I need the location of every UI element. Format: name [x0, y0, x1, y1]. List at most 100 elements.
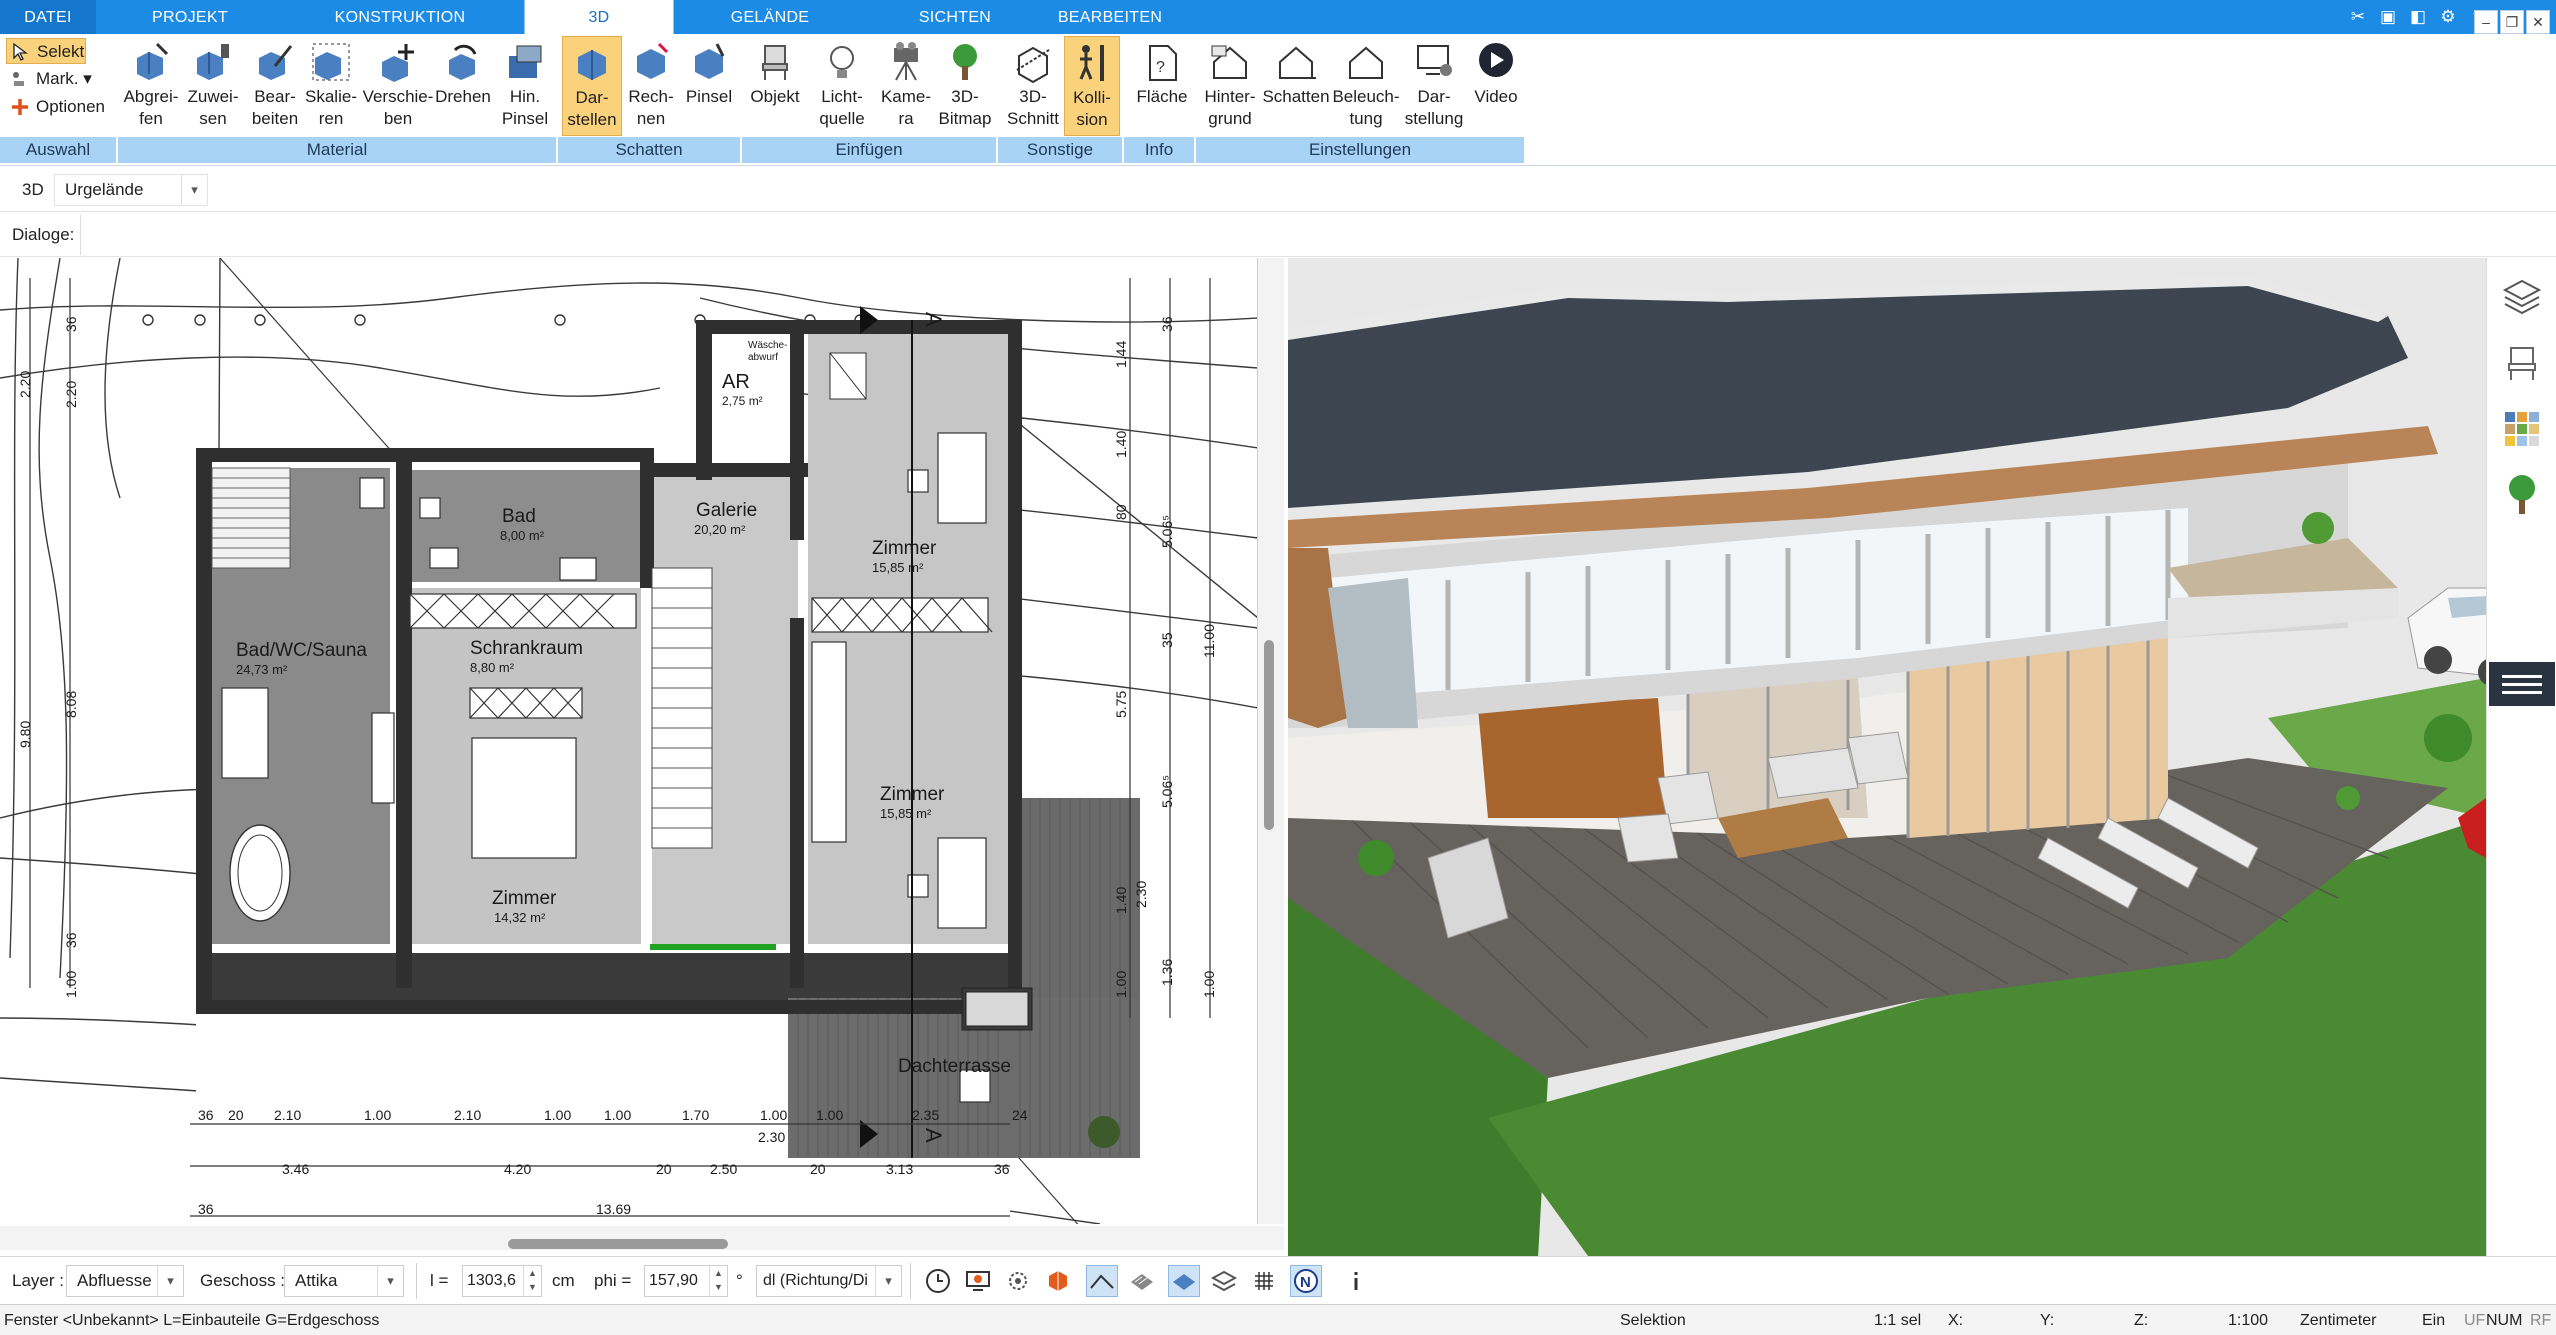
materials-icon[interactable]	[2501, 408, 2543, 450]
hatch-tool[interactable]	[1126, 1265, 1158, 1297]
spinner-icon[interactable]: ▲ ▼	[523, 1266, 541, 1296]
window-icon[interactable]: ◧	[2406, 5, 2430, 29]
dim-b1-11: 24	[1012, 1107, 1028, 1123]
dim-b2-1: 4.20	[504, 1161, 531, 1177]
layers-tool[interactable]	[1208, 1265, 1240, 1297]
dim-b1-3: 1.00	[364, 1107, 391, 1123]
plane-tool[interactable]	[1168, 1265, 1200, 1297]
rechnen-button[interactable]: Rech- nen	[622, 36, 680, 136]
tab-bearbeiten[interactable]: BEARBEITEN	[1040, 0, 1180, 34]
settings-icon[interactable]: ⚙	[2436, 5, 2460, 29]
hintergrund-button[interactable]: Hinter- grund	[1198, 36, 1262, 136]
kamera-button[interactable]: Kame- ra	[876, 36, 936, 136]
length-input[interactable]: 1303,6 ▲ ▼	[462, 1265, 542, 1297]
room-area-galerie: 20,20 m²	[694, 522, 746, 537]
hamburger-icon	[2502, 675, 2542, 678]
flaeche-button[interactable]: ? Fläche	[1130, 36, 1194, 136]
close-button[interactable]: ✕	[2526, 10, 2550, 34]
3d-view[interactable]	[1288, 258, 2486, 1256]
group-sonstige: Sonstige	[998, 137, 1124, 163]
drehen-button[interactable]: Drehen	[432, 36, 494, 136]
schatten-pinsel-button[interactable]: Pinsel	[680, 36, 738, 136]
phi-label: phi =	[594, 1271, 632, 1290]
3d-schnitt-label: 3D- Schnitt	[1007, 87, 1059, 128]
optionen-button[interactable]: Optionen	[6, 94, 116, 120]
minimize-button[interactable]: –	[2474, 10, 2498, 34]
dim-l-3: 9.80	[17, 721, 33, 748]
terrain-select[interactable]: Urgelände ▾	[54, 174, 208, 206]
monitor-tool[interactable]	[962, 1265, 994, 1297]
object-tool[interactable]	[1042, 1265, 1074, 1297]
bulb-icon	[830, 46, 854, 78]
geschoss-select[interactable]: Attika ▾	[284, 1265, 404, 1297]
phi-input[interactable]: 157,90 ▲ ▼	[644, 1265, 728, 1297]
lichtquelle-button[interactable]: Licht- quelle	[808, 36, 876, 136]
dim-r-1: 36	[1159, 316, 1175, 332]
bearbeiten-button[interactable]: Bear- beiten	[244, 36, 306, 136]
tab-projekt[interactable]: PROJEKT	[110, 0, 270, 34]
furniture-icon[interactable]	[2501, 342, 2543, 384]
plants-icon[interactable]	[2501, 472, 2543, 518]
layer-select[interactable]: Abfluesse ▾	[66, 1265, 184, 1297]
selekt-button[interactable]: Selekt	[6, 38, 86, 64]
panel-toggle-button[interactable]	[2489, 662, 2555, 706]
spinner-icon[interactable]: ▲ ▼	[709, 1266, 727, 1296]
camera-icon	[894, 42, 918, 81]
north-tool[interactable]: N	[1290, 1265, 1322, 1297]
wooden-wall	[1478, 698, 1668, 818]
darstellen-label: Dar- stellen	[567, 88, 617, 129]
hin-pinsel-label: Hin. Pinsel	[501, 87, 549, 128]
hin-pinsel-button[interactable]: Hin. Pinsel	[494, 36, 556, 136]
kollision-button[interactable]: Kolli- sion	[1064, 36, 1120, 136]
cursor-icon	[13, 42, 28, 61]
section-cut-icon	[1016, 46, 1050, 84]
info-tool[interactable]	[1340, 1265, 1372, 1297]
zuweisen-button[interactable]: Zuwei- sen	[182, 36, 244, 136]
tree-icon	[953, 44, 977, 80]
layers-icon[interactable]	[2501, 276, 2543, 318]
skalieren-button[interactable]: Skalie- ren	[300, 36, 362, 136]
clock-tool[interactable]	[922, 1265, 954, 1297]
einst-schatten-button[interactable]: Schatten	[1262, 36, 1330, 136]
abgreifen-button[interactable]: Abgrei- fen	[120, 36, 182, 136]
tools-icon[interactable]: ✂	[2346, 5, 2370, 29]
dim-b2-2: 20	[656, 1161, 672, 1177]
plan-horizontal-scroll-thumb[interactable]	[508, 1239, 728, 1249]
dim-b-extra: 2.30	[758, 1129, 785, 1145]
tab-gelaende[interactable]: GELÄNDE	[690, 0, 850, 34]
3d-scene[interactable]	[1288, 258, 2486, 1256]
layout-icon[interactable]: ▣	[2376, 5, 2400, 29]
tab-datei[interactable]: DATEI	[0, 0, 96, 34]
svg-text:N: N	[1300, 1274, 1311, 1291]
beleuchtung-button[interactable]: Beleuch- tung	[1332, 36, 1400, 136]
darstellung-button[interactable]: Dar- stellung	[1402, 36, 1466, 136]
line-tool[interactable]	[1086, 1265, 1118, 1297]
chevron-down-icon: ▾	[157, 1266, 183, 1296]
verschieben-button[interactable]: Verschie- ben	[362, 36, 434, 136]
direction-select[interactable]: dl (Richtung/Di ▾	[756, 1265, 902, 1297]
plus-icon	[12, 99, 28, 115]
room-name-zimmer-3: Zimmer	[492, 888, 557, 909]
dim-r-7: 5.75	[1113, 691, 1129, 718]
plan-vertical-scroll-thumb[interactable]	[1264, 640, 1274, 830]
3d-bitmap-button[interactable]: 3D- Bitmap	[934, 36, 996, 136]
grid-tool[interactable]	[1248, 1265, 1280, 1297]
tab-sichten[interactable]: SICHTEN	[880, 0, 1030, 34]
floor-plan-canvas[interactable]: AR 2,75 m² Wäsche- abwurf Bad 8,00 m² Ga…	[0, 258, 1258, 1224]
objekt-button[interactable]: Objekt	[744, 36, 806, 136]
restore-button[interactable]: ❐	[2500, 10, 2524, 34]
video-button[interactable]: Video	[1466, 36, 1526, 136]
3d-schnitt-button[interactable]: 3D- Schnitt	[1002, 36, 1064, 136]
dim-l-1: 36	[63, 316, 79, 332]
tab-3d[interactable]: 3D	[524, 0, 674, 36]
dim-b1-4: 2.10	[454, 1107, 481, 1123]
chevron-down-icon: ▾	[377, 1266, 403, 1296]
tab-konstruktion[interactable]: KONSTRUKTION	[300, 0, 500, 34]
room-name-zimmer-2: Zimmer	[880, 784, 945, 805]
darstellen-button[interactable]: Dar- stellen	[562, 36, 622, 136]
abgreifen-label: Abgrei- fen	[123, 87, 179, 128]
floor-plan-view[interactable]: AR 2,75 m² Wäsche- abwurf Bad 8,00 m² Ga…	[0, 258, 1258, 1224]
mark-button[interactable]: Mark. ▾	[6, 66, 96, 92]
dim-l-2: 2.20	[63, 381, 79, 408]
grid-snap-tool[interactable]	[1002, 1265, 1034, 1297]
